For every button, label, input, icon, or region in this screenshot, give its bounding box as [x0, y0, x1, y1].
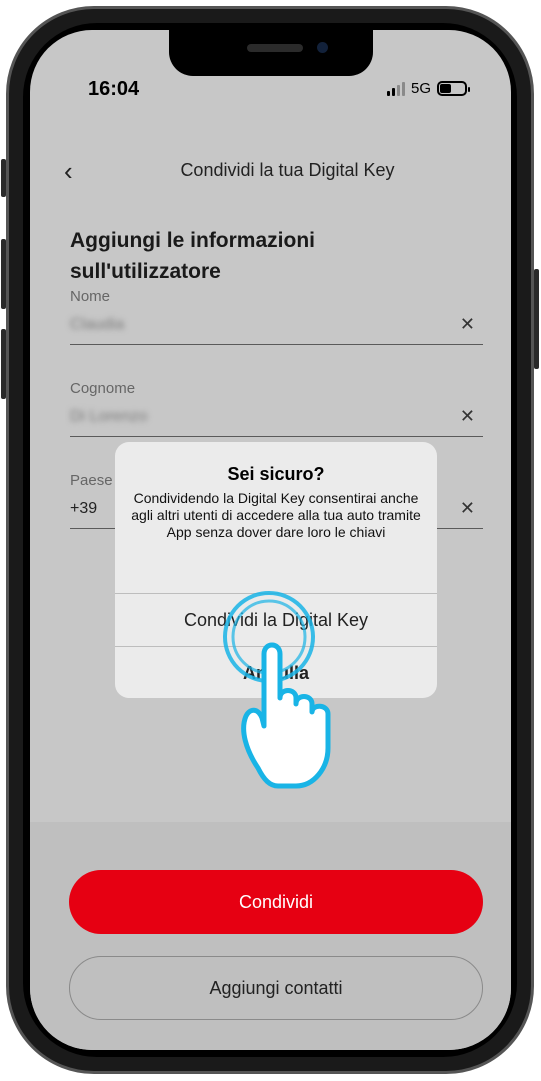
country-code-input[interactable]: +39 — [70, 500, 97, 518]
share-button[interactable]: Condividi — [69, 870, 483, 934]
surname-input[interactable]: Di Lorenzo — [70, 408, 147, 426]
battery-level — [440, 84, 451, 93]
status-time: 16:04 — [88, 78, 140, 100]
clear-icon[interactable]: ✕ — [460, 498, 475, 519]
name-input[interactable]: Claudia — [70, 316, 124, 334]
name-field[interactable]: Nome Claudia ✕ — [70, 288, 483, 345]
page-title: Condividi la tua Digital Key — [180, 160, 395, 180]
signal-icon — [386, 81, 405, 96]
dialog-title: Sei sicuro? — [227, 464, 325, 484]
side-button — [1, 159, 6, 197]
field-label: Nome — [70, 288, 111, 305]
speaker-grille — [247, 44, 303, 52]
clear-icon[interactable]: ✕ — [460, 314, 475, 335]
side-button — [1, 239, 6, 309]
app-screen: 16:04 5G ‹ Condividi la tua Digital Key … — [30, 30, 511, 1050]
dialog-message: Condividendo la Digital Key consentirai … — [131, 490, 421, 540]
bottom-action-bar: Condividi Aggiungi contatti — [30, 822, 511, 1050]
field-label: Cognome — [70, 380, 136, 397]
clear-icon[interactable]: ✕ — [460, 406, 475, 427]
tap-pointer-icon — [223, 591, 331, 789]
battery-icon — [437, 81, 470, 96]
add-contacts-button[interactable]: Aggiungi contatti — [69, 956, 483, 1020]
section-title: Aggiungi le informazioni sull'utilizzato… — [70, 229, 315, 283]
front-camera — [317, 42, 328, 53]
side-button — [1, 329, 6, 399]
notch — [169, 30, 373, 76]
nav-header: ‹ Condividi la tua Digital Key — [30, 156, 511, 188]
status-indicators: 5G — [386, 80, 470, 97]
surname-field[interactable]: Cognome Di Lorenzo ✕ — [70, 380, 483, 437]
side-button — [534, 269, 539, 369]
network-type: 5G — [410, 80, 431, 97]
field-label: Paese — [70, 472, 113, 489]
